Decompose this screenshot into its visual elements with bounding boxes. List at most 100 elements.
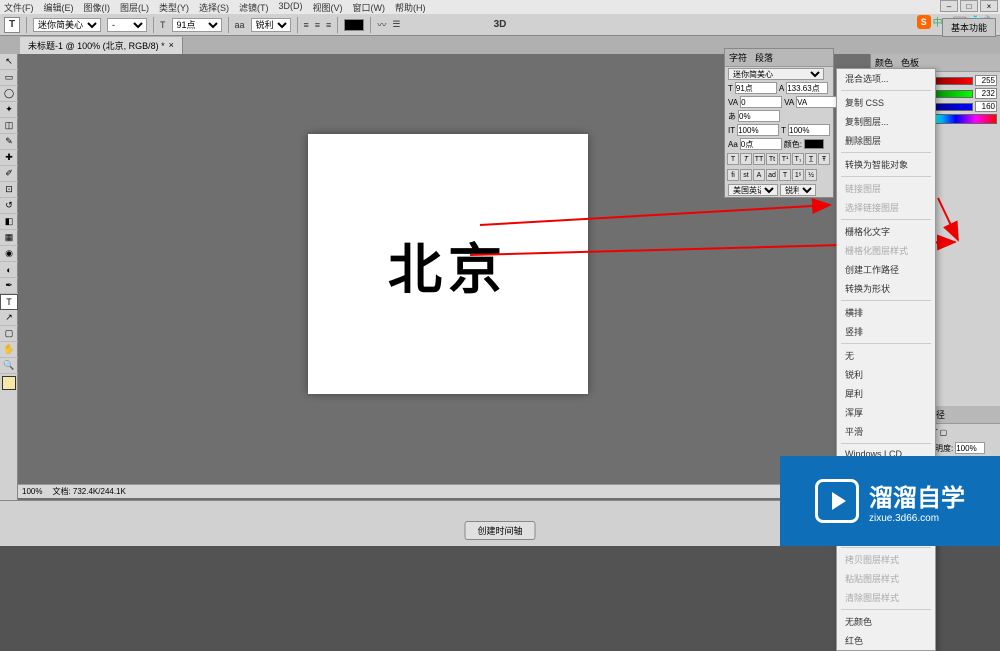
text-layer-content[interactable]: 北京 [388, 225, 508, 304]
eyedropper-tool[interactable]: ✎ [0, 134, 18, 150]
document-tab[interactable]: 未标题-1 @ 100% (北京, RGB/8) * × [20, 37, 183, 54]
align-center-icon[interactable]: ≡ [315, 20, 320, 30]
context-menu-item[interactable]: 栅格化文字 [837, 222, 935, 241]
text-color-swatch[interactable] [344, 19, 364, 31]
context-menu-item[interactable]: 转换为形状 [837, 279, 935, 298]
pen-tool[interactable]: ✒ [0, 278, 18, 294]
filter-icon[interactable]: ▢ [940, 428, 948, 437]
zoom-level[interactable]: 100% [22, 487, 42, 496]
context-menu-item[interactable]: 复制图层... [837, 112, 935, 131]
char-baseline[interactable] [738, 110, 780, 122]
minimize-button[interactable]: – [940, 0, 958, 12]
font-family-select[interactable]: 迷你简美心 [33, 18, 101, 32]
move-tool[interactable]: ↖ [0, 54, 18, 70]
align-left-icon[interactable]: ≡ [304, 20, 309, 30]
menu-type[interactable]: 类型(Y) [159, 1, 189, 13]
sogou-icon[interactable]: S [917, 15, 931, 29]
context-menu-item[interactable]: 混合选项... [837, 69, 935, 88]
char-panel-icon[interactable]: ☰ [392, 19, 400, 30]
align-right-icon[interactable]: ≡ [326, 20, 331, 30]
3d-mode-label[interactable]: 3D [494, 19, 507, 30]
char-size[interactable] [735, 82, 777, 94]
opentype-st[interactable]: st [740, 169, 752, 181]
context-menu-item[interactable]: 浑厚 [837, 403, 935, 422]
create-timeline-button[interactable]: 创建时间轴 [464, 521, 535, 540]
gradient-tool[interactable]: ▦ [0, 230, 18, 246]
menu-view[interactable]: 视图(V) [313, 1, 343, 13]
close-button[interactable]: × [980, 0, 998, 12]
char-vscale[interactable] [737, 124, 779, 136]
char-lang[interactable]: 美国英语 [728, 184, 778, 196]
all-caps[interactable]: TT [753, 153, 765, 165]
context-menu-item[interactable]: 竖排 [837, 322, 935, 341]
strikethrough[interactable]: Ŧ [818, 153, 830, 165]
healing-tool[interactable]: ✚ [0, 150, 18, 166]
subscript[interactable]: T₁ [792, 153, 804, 165]
font-style-select[interactable]: - [107, 18, 147, 32]
context-menu-item[interactable]: 复制 CSS [837, 93, 935, 112]
menu-3d[interactable]: 3D(D) [279, 1, 303, 13]
foreground-color[interactable] [2, 376, 16, 390]
dodge-tool[interactable]: ◐ [0, 262, 18, 278]
char-kerning[interactable] [740, 96, 782, 108]
menu-image[interactable]: 图像(I) [84, 1, 111, 13]
context-menu-item[interactable]: 转换为智能对象 [837, 155, 935, 174]
context-menu-item[interactable]: 无 [837, 346, 935, 365]
canvas[interactable]: 北京 [308, 134, 588, 394]
blur-tool[interactable]: ◉ [0, 246, 18, 262]
close-tab-icon[interactable]: × [169, 40, 174, 50]
menu-layer[interactable]: 图层(L) [120, 1, 149, 13]
opentype-1st[interactable]: 1ˢ [792, 169, 804, 181]
menu-edit[interactable]: 编辑(E) [44, 1, 74, 13]
context-menu-item[interactable]: 横排 [837, 303, 935, 322]
opentype-ad[interactable]: ad [766, 169, 778, 181]
char-aa[interactable]: 锐利 [780, 184, 816, 196]
g-value[interactable]: 232 [975, 88, 997, 99]
text-tool[interactable]: T [0, 294, 18, 310]
history-brush-tool[interactable]: ↺ [0, 198, 18, 214]
menu-filter[interactable]: 滤镜(T) [239, 1, 269, 13]
faux-italic[interactable]: T [740, 153, 752, 165]
small-caps[interactable]: Tt [766, 153, 778, 165]
maximize-button[interactable]: □ [960, 0, 978, 12]
context-menu-item[interactable]: 锐利 [837, 365, 935, 384]
opentype-frac[interactable]: ½ [805, 169, 817, 181]
char-font-select[interactable]: 迷你简美心 [728, 68, 824, 80]
menu-file[interactable]: 文件(F) [4, 1, 34, 13]
context-menu-item[interactable]: 创建工作路径 [837, 260, 935, 279]
context-menu-item[interactable]: 无颜色 [837, 612, 935, 631]
opentype-t[interactable]: T [779, 169, 791, 181]
char-color-swatch[interactable] [804, 139, 824, 149]
marquee-tool[interactable]: ▭ [0, 70, 18, 86]
stamp-tool[interactable]: ⊡ [0, 182, 18, 198]
workspace-switcher[interactable]: 基本功能 [942, 18, 996, 37]
lasso-tool[interactable]: ◯ [0, 86, 18, 102]
warp-text-icon[interactable]: 〰 [377, 18, 386, 31]
context-menu-item[interactable]: 平滑 [837, 422, 935, 441]
underline[interactable]: T̲ [805, 153, 817, 165]
opacity-input[interactable] [955, 442, 985, 454]
opentype-fi[interactable]: fi [727, 169, 739, 181]
crop-tool[interactable]: ◫ [0, 118, 18, 134]
font-size-select[interactable]: 91点 [172, 18, 222, 32]
menu-help[interactable]: 帮助(H) [395, 1, 426, 13]
zoom-tool[interactable]: 🔍 [0, 358, 18, 374]
char-leading[interactable] [786, 82, 828, 94]
brush-tool[interactable]: ✐ [0, 166, 18, 182]
character-tab[interactable]: 字符 [729, 51, 747, 64]
paragraph-tab[interactable]: 段落 [755, 51, 773, 64]
r-value[interactable]: 255 [975, 75, 997, 86]
menu-select[interactable]: 选择(S) [199, 1, 229, 13]
context-menu-item[interactable]: 红色 [837, 631, 935, 650]
faux-bold[interactable]: T [727, 153, 739, 165]
hand-tool[interactable]: ✋ [0, 342, 18, 358]
shape-tool[interactable]: ▢ [0, 326, 18, 342]
b-value[interactable]: 160 [975, 101, 997, 112]
aa-select[interactable]: 锐利 [251, 18, 291, 32]
context-menu-item[interactable]: 删除图层 [837, 131, 935, 150]
path-tool[interactable]: ↗ [0, 310, 18, 326]
menu-window[interactable]: 窗口(W) [353, 1, 386, 13]
wand-tool[interactable]: ✦ [0, 102, 18, 118]
character-panel[interactable]: 字符 段落 迷你简美心 T A VA VA あ IT T Aa 颜色: T T … [724, 48, 834, 198]
text-tool-icon[interactable]: T [4, 17, 20, 33]
